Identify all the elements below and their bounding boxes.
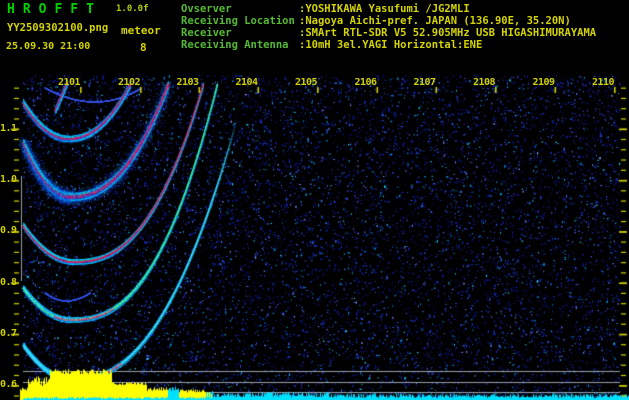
app-version: 1.0.0f bbox=[116, 4, 149, 14]
app-title: HROFFT bbox=[7, 2, 102, 17]
info-label-observer: Ovserver bbox=[181, 3, 232, 15]
freq-label-1.0: 1.0 bbox=[0, 173, 17, 185]
spectrogram-canvas bbox=[0, 75, 629, 400]
info-value-receiver: :SMArt RTL-SDR V5 52.905MHz USB HIGASHIM… bbox=[299, 27, 597, 39]
time-label-2102: 2102 bbox=[117, 77, 141, 88]
freq-label-0.8: 0.8 bbox=[0, 276, 17, 288]
freq-label-0.9: 0.9 bbox=[0, 225, 17, 237]
hrofft-window: HROFFT 1.0.0f YY2509302100.png meteor 25… bbox=[0, 0, 629, 400]
mode-label: meteor bbox=[121, 24, 161, 37]
time-label-2109: 2109 bbox=[532, 77, 555, 88]
freq-label-1.1: 1.1 bbox=[0, 122, 17, 134]
info-value-location: :Nagoya Aichi-pref. JAPAN (136.90E, 35.2… bbox=[299, 15, 571, 27]
time-label-2107: 2107 bbox=[413, 77, 436, 88]
time-label-2101: 2101 bbox=[57, 77, 81, 88]
time-label-2103: 2103 bbox=[176, 77, 199, 88]
freq-label-0.6: 0.6 bbox=[0, 379, 17, 391]
time-label-2105: 2105 bbox=[294, 77, 318, 88]
info-label-antenna: Receiving Antenna bbox=[181, 39, 289, 51]
frame-datetime: 25.09.30 21:00 bbox=[6, 41, 91, 52]
info-value-antenna: :10mH 3el.YAGI Horizontal:ENE bbox=[299, 39, 483, 51]
freq-label-0.7: 0.7 bbox=[0, 327, 17, 339]
time-label-2106: 2106 bbox=[354, 77, 377, 88]
time-label-2104: 2104 bbox=[235, 77, 258, 88]
output-filename: YY2509302100.png bbox=[7, 22, 109, 34]
info-label-location: Receiving Location bbox=[181, 15, 295, 27]
time-label-2108: 2108 bbox=[472, 77, 496, 88]
info-value-observer: :YOSHIKAWA Yasufumi /JG2MLI bbox=[299, 3, 470, 15]
time-label-2110: 2110 bbox=[591, 77, 615, 88]
meteor-count: 8 bbox=[140, 41, 147, 54]
info-label-receiver: Receiver bbox=[181, 27, 232, 39]
